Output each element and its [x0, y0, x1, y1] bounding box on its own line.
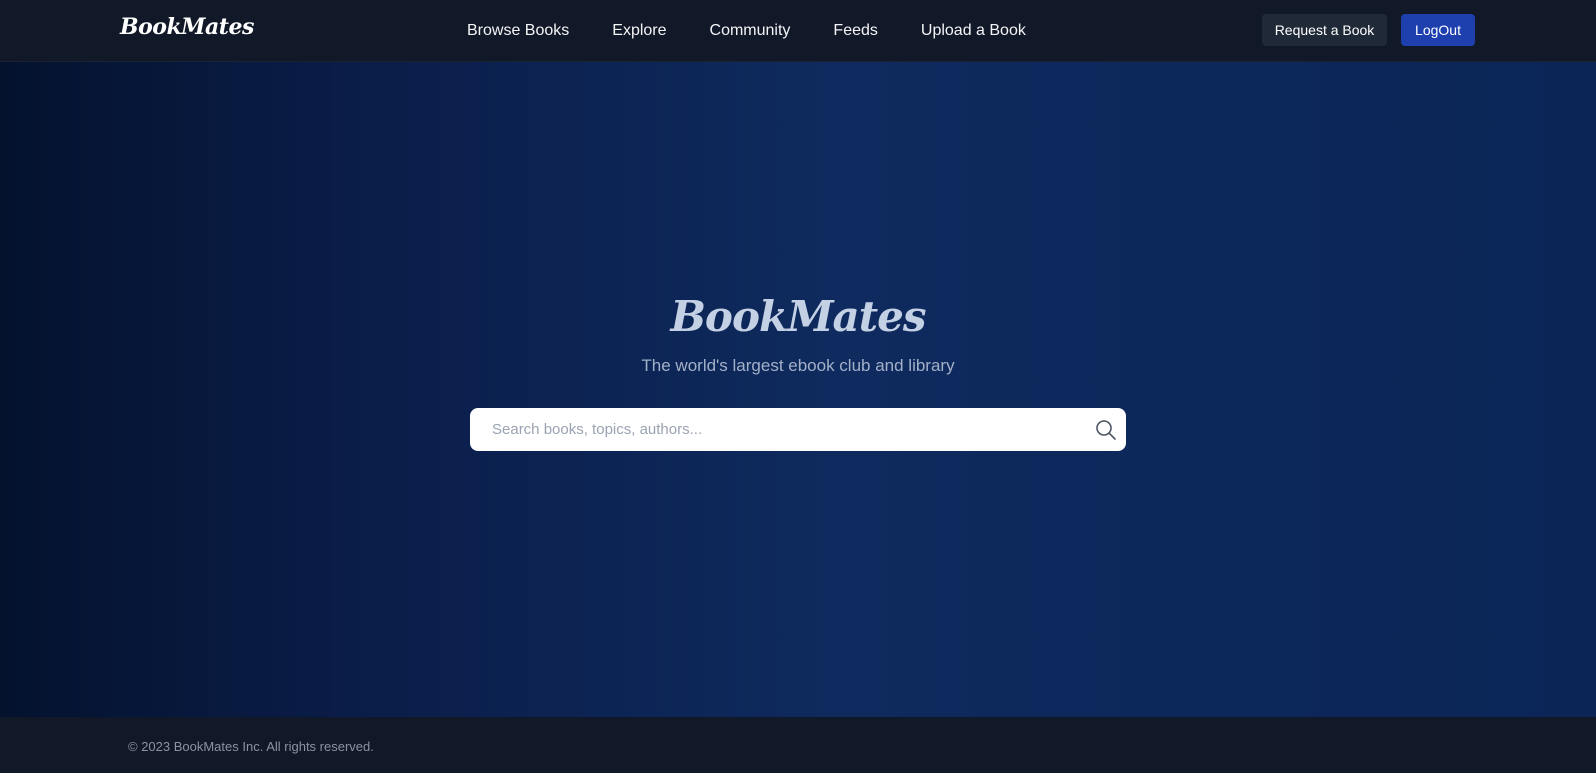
nav-link-feeds[interactable]: Feeds: [833, 22, 877, 40]
top-navbar: BookMates Browse Books Explore Community…: [0, 0, 1596, 62]
nav-link-community[interactable]: Community: [710, 22, 791, 40]
brand-logo[interactable]: BookMates: [120, 14, 254, 40]
hero-title: BookMates: [670, 292, 926, 341]
nav-link-browse-books[interactable]: Browse Books: [467, 22, 569, 40]
request-book-button[interactable]: Request a Book: [1262, 14, 1387, 46]
footer-copyright: © 2023 BookMates Inc. All rights reserve…: [128, 739, 374, 754]
nav-link-upload-book[interactable]: Upload a Book: [921, 22, 1026, 40]
hero-section: BookMates The world's largest ebook club…: [0, 62, 1596, 717]
search-icon[interactable]: [1094, 418, 1118, 442]
search-bar: [470, 408, 1126, 451]
logout-button[interactable]: LogOut: [1401, 14, 1475, 46]
nav-link-explore[interactable]: Explore: [612, 22, 666, 40]
footer: © 2023 BookMates Inc. All rights reserve…: [0, 717, 1596, 773]
nav-links: Browse Books Explore Community Feeds Upl…: [467, 0, 1026, 62]
hero-subtitle: The world's largest ebook club and libra…: [641, 356, 955, 375]
search-input[interactable]: [470, 408, 1070, 451]
